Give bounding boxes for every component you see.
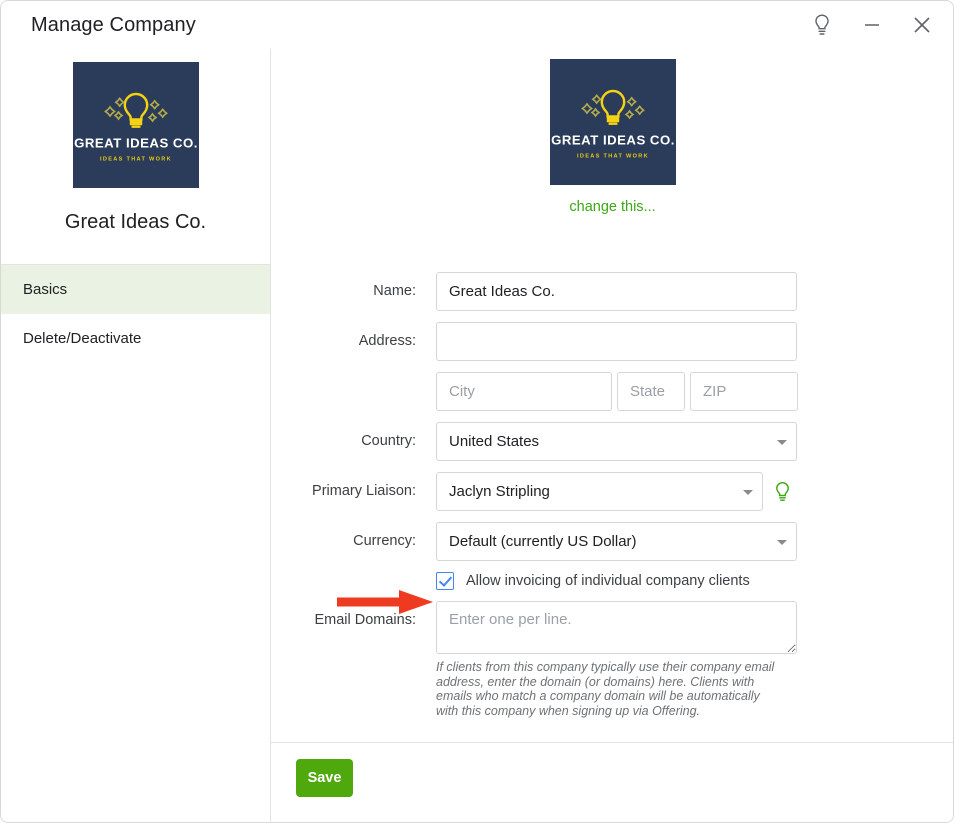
email-domains-help-text: If clients from this company typically u… xyxy=(436,660,775,718)
save-button[interactable]: Save xyxy=(296,759,353,797)
email-domains-label: Email Domains: xyxy=(314,612,416,628)
window-body: GREAT IDEAS CO. IDEAS THAT WORK Great Id… xyxy=(1,49,953,822)
sidebar-logo: GREAT IDEAS CO. IDEAS THAT WORK xyxy=(1,49,270,188)
email-domains-textarea[interactable] xyxy=(436,601,797,654)
country-select[interactable]: United States xyxy=(436,422,797,461)
company-form: Name: Address: xyxy=(271,272,953,729)
address-label: Address: xyxy=(358,333,416,349)
form-row-city-state-zip xyxy=(271,372,953,411)
sidebar-item-delete-deactivate[interactable]: Delete/Deactivate xyxy=(1,314,270,363)
help-bulb-icon[interactable] xyxy=(807,10,837,40)
name-label: Name: xyxy=(373,283,416,299)
company-logo-image: GREAT IDEAS CO. IDEAS THAT WORK xyxy=(72,62,199,188)
primary-liaison-select[interactable]: Jaclyn Stripling xyxy=(436,472,763,511)
form-row-email-domains: Email Domains: If clients from this comp… xyxy=(271,601,953,718)
manage-company-window: Manage Company GREAT IDEAS CO. IDEAS THA… xyxy=(0,0,954,823)
city-input[interactable] xyxy=(436,372,612,411)
main-logo-section: GREAT IDEAS CO. IDEAS THAT WORK change t… xyxy=(271,49,953,215)
currency-select-value: Default (currently US Dollar) xyxy=(436,522,797,561)
form-row-primary-liaison: Primary Liaison: Jaclyn Stripling xyxy=(271,472,953,511)
sidebar-item-label: Delete/Deactivate xyxy=(23,330,142,347)
logo-tagline-text: IDEAS THAT WORK xyxy=(577,154,649,160)
form-footer: Save xyxy=(271,742,953,822)
primary-liaison-label: Primary Liaison: xyxy=(312,483,416,499)
logo-tagline-text: IDEAS THAT WORK xyxy=(100,157,172,163)
close-icon[interactable] xyxy=(907,10,937,40)
main-panel: GREAT IDEAS CO. IDEAS THAT WORK change t… xyxy=(271,49,953,822)
primary-liaison-help-bulb-icon[interactable] xyxy=(773,480,792,504)
currency-select[interactable]: Default (currently US Dollar) xyxy=(436,522,797,561)
window-title: Manage Company xyxy=(31,13,196,36)
minimize-icon[interactable] xyxy=(857,10,887,40)
address-input[interactable] xyxy=(436,322,797,361)
sidebar-item-label: Basics xyxy=(23,281,68,298)
allow-invoicing-checkbox[interactable] xyxy=(436,572,454,590)
form-row-country: Country: United States xyxy=(271,422,953,461)
logo-brand-text: GREAT IDEAS CO. xyxy=(74,136,198,151)
currency-label: Currency: xyxy=(353,533,416,549)
country-select-value: United States xyxy=(436,422,797,461)
zip-input[interactable] xyxy=(690,372,798,411)
window-controls xyxy=(807,1,937,49)
logo-brand-text: GREAT IDEAS CO. xyxy=(551,133,675,148)
state-input[interactable] xyxy=(617,372,685,411)
form-row-allow-invoicing: Allow invoicing of individual company cl… xyxy=(271,572,953,590)
sidebar: GREAT IDEAS CO. IDEAS THAT WORK Great Id… xyxy=(1,49,271,822)
window-titlebar: Manage Company xyxy=(1,1,953,49)
form-row-address: Address: xyxy=(271,322,953,361)
allow-invoicing-label: Allow invoicing of individual company cl… xyxy=(466,573,750,589)
sidebar-nav: Basics Delete/Deactivate xyxy=(1,264,270,363)
name-input[interactable] xyxy=(436,272,797,311)
sidebar-item-basics[interactable]: Basics xyxy=(1,265,270,314)
form-row-currency: Currency: Default (currently US Dollar) xyxy=(271,522,953,561)
sidebar-company-name: Great Ideas Co. xyxy=(64,211,207,233)
form-row-name: Name: xyxy=(271,272,953,311)
change-logo-link[interactable]: change this... xyxy=(569,199,655,215)
primary-liaison-select-value: Jaclyn Stripling xyxy=(436,472,763,511)
company-logo-preview[interactable]: GREAT IDEAS CO. IDEAS THAT WORK xyxy=(549,59,676,185)
country-label: Country: xyxy=(361,433,416,449)
